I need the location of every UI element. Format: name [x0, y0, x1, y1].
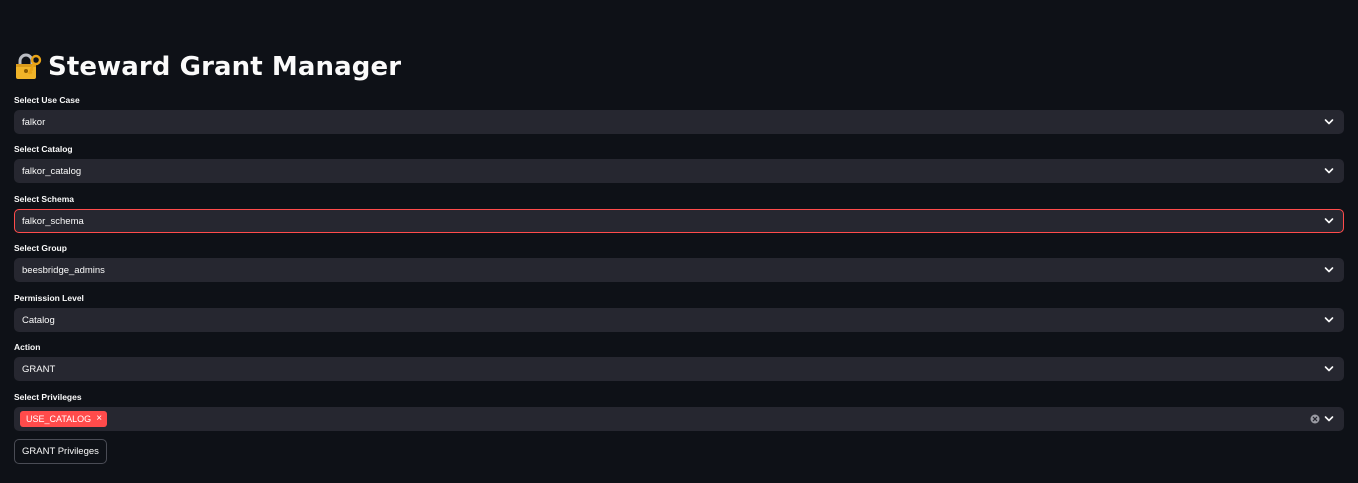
privileges-field: Select Privileges USE_CATALOG ×: [14, 391, 1344, 431]
group-label: Select Group: [14, 243, 67, 253]
use-case-label: Select Use Case: [14, 95, 80, 105]
chevron-down-icon: [1324, 168, 1334, 174]
action-select[interactable]: GRANT: [14, 357, 1344, 381]
privileges-label: Select Privileges: [14, 392, 82, 402]
permission-level-value: Catalog: [22, 314, 55, 326]
catalog-value: falkor_catalog: [22, 165, 82, 177]
catalog-select[interactable]: falkor_catalog: [14, 159, 1344, 183]
chevron-down-icon: [1324, 366, 1334, 372]
catalog-field: Select Catalog falkor_catalog: [14, 143, 1344, 183]
permission-level-label: Permission Level: [14, 293, 84, 303]
privileges-multiselect[interactable]: USE_CATALOG ×: [14, 407, 1344, 431]
chevron-down-icon: [1324, 218, 1334, 224]
chevron-down-icon: [1324, 317, 1334, 323]
catalog-label: Select Catalog: [14, 144, 73, 154]
chevron-down-icon: [1324, 267, 1334, 273]
permission-level-field: Permission Level Catalog: [14, 292, 1344, 332]
use-case-select[interactable]: falkor: [14, 110, 1344, 134]
chevron-down-icon: [1324, 119, 1334, 125]
page-title: Steward Grant Manager: [48, 52, 402, 82]
schema-label: Select Schema: [14, 194, 75, 204]
action-field: Action GRANT: [14, 341, 1344, 381]
close-icon[interactable]: ×: [96, 414, 102, 424]
privilege-tag-label: USE_CATALOG: [26, 414, 92, 424]
lock-with-key-icon: [14, 52, 42, 82]
group-field: Select Group beesbridge_admins: [14, 242, 1344, 282]
grant-privileges-button[interactable]: GRANT Privileges: [14, 439, 107, 464]
use-case-field: Select Use Case falkor: [14, 94, 1344, 134]
schema-field: Select Schema falkor_schema: [14, 193, 1344, 233]
clear-circle-icon[interactable]: [1310, 414, 1320, 424]
app-container: Steward Grant Manager Select Use Case fa…: [0, 0, 1358, 483]
action-label: Action: [14, 342, 41, 352]
schema-value: falkor_schema: [22, 215, 84, 227]
page-header: Steward Grant Manager: [14, 50, 401, 84]
chevron-down-icon[interactable]: [1324, 415, 1334, 423]
group-select[interactable]: beesbridge_admins: [14, 258, 1344, 282]
action-value: GRANT: [22, 363, 56, 375]
schema-select[interactable]: falkor_schema: [14, 209, 1344, 233]
group-value: beesbridge_admins: [22, 264, 105, 276]
privilege-tag: USE_CATALOG ×: [20, 411, 108, 427]
permission-level-select[interactable]: Catalog: [14, 308, 1344, 332]
use-case-value: falkor: [22, 116, 46, 128]
